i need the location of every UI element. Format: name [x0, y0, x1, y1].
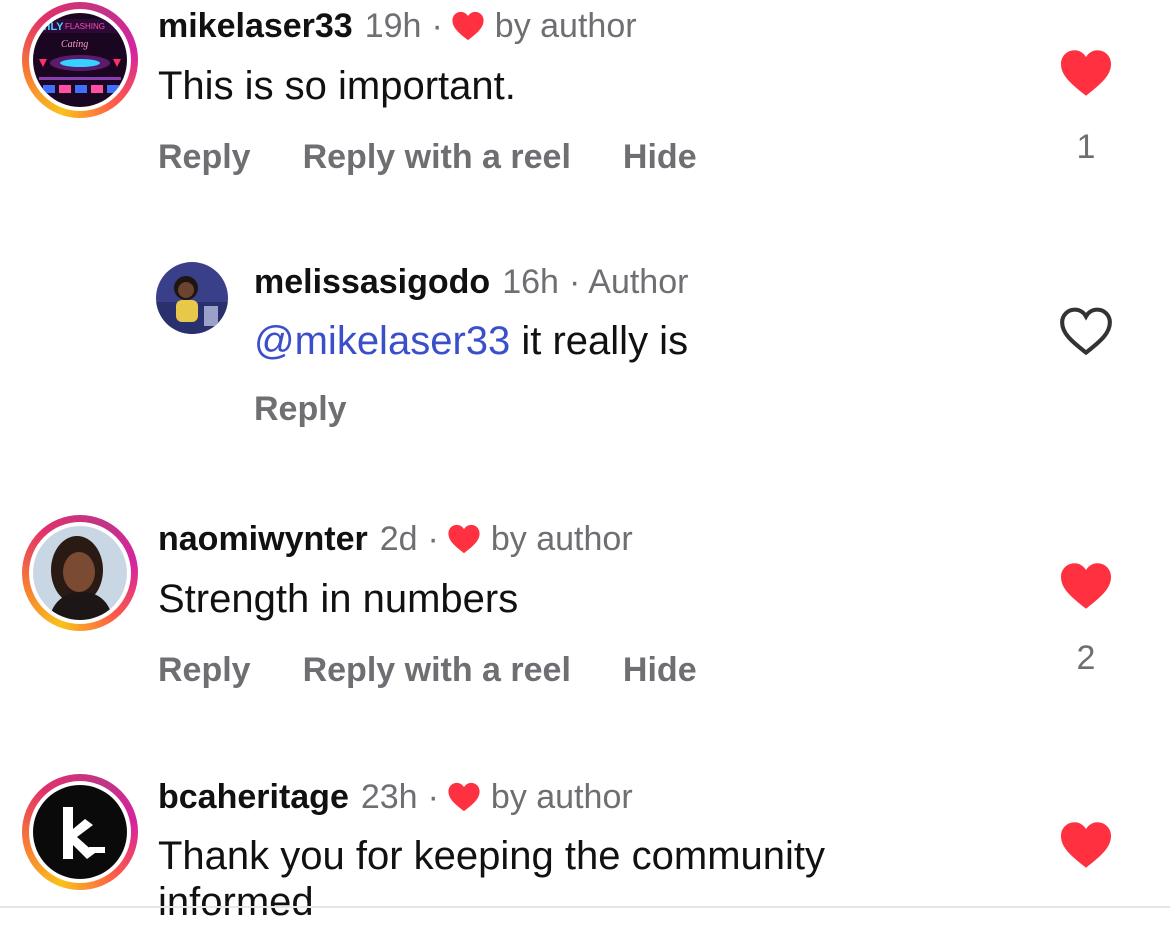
reply-button[interactable]: Reply [158, 650, 251, 690]
event-flyer-avatar-icon: WILY FLASHING Cating [33, 13, 127, 107]
avatar [33, 526, 127, 620]
comment-actions: Reply [254, 389, 347, 429]
avatar-story-ring[interactable] [22, 774, 138, 890]
comment-meta: melissasigodo 16h · Author [254, 262, 688, 302]
comment-text: @mikelaser33 it really is [254, 317, 688, 365]
avatar[interactable] [156, 262, 228, 334]
reply-button[interactable]: Reply [158, 137, 251, 177]
avatar-story-ring[interactable]: WILY FLASHING Cating [22, 2, 138, 118]
liked-by-author-label: by author [490, 520, 633, 558]
username[interactable]: naomiwynter [158, 519, 368, 559]
heart-filled-icon [452, 11, 484, 41]
svg-text:FLASHING: FLASHING [65, 22, 105, 31]
separator: · [568, 263, 581, 301]
hide-button[interactable]: Hide [623, 137, 697, 177]
comment-text-line: Thank you for keeping the community [158, 834, 826, 878]
reply-button[interactable]: Reply [254, 389, 347, 429]
timestamp: 2d [379, 520, 418, 558]
liked-by-author-label: by author [490, 778, 633, 816]
like-heart-filled-icon[interactable] [1058, 561, 1114, 611]
avatar: WILY FLASHING Cating [33, 13, 127, 107]
svg-text:Cating: Cating [61, 39, 88, 50]
reply-with-reel-button[interactable]: Reply with a reel [303, 137, 571, 177]
username[interactable]: mikelaser33 [158, 6, 353, 46]
comment-meta: bcaheritage 23h · by author [158, 777, 633, 817]
comment-text: Strength in numbers [158, 577, 519, 621]
username[interactable]: melissasigodo [254, 262, 490, 302]
timestamp: 19h [364, 7, 422, 45]
bca-logo-avatar-icon [33, 785, 127, 879]
heart-filled-icon [448, 524, 480, 554]
comment-text-body: it really is [510, 319, 689, 363]
comment-actions: Reply Reply with a reel Hide [158, 650, 697, 690]
person-portrait-avatar-icon [156, 262, 228, 334]
bottom-divider [0, 906, 1170, 908]
liked-by-author-label: by author [494, 7, 637, 45]
heart-filled-icon [448, 782, 480, 812]
comment-actions: Reply Reply with a reel Hide [158, 137, 697, 177]
comment-text: This is so important. [158, 64, 516, 108]
reply-with-reel-button[interactable]: Reply with a reel [303, 650, 571, 690]
comment-meta: naomiwynter 2d · by author [158, 519, 633, 559]
timestamp: 16h [502, 263, 559, 301]
separator: · [427, 778, 439, 816]
mention-link[interactable]: @mikelaser33 [254, 319, 510, 363]
author-badge: Author [588, 263, 689, 301]
timestamp: 23h [360, 778, 418, 816]
comment-text-line: informed [158, 880, 314, 924]
like-count: 2 [1076, 639, 1096, 677]
like-heart-outline-icon[interactable] [1058, 306, 1114, 356]
avatar [33, 785, 127, 879]
separator: · [427, 520, 439, 558]
like-heart-filled-icon[interactable] [1058, 820, 1114, 870]
like-count: 1 [1076, 128, 1096, 166]
like-heart-filled-icon[interactable] [1058, 48, 1114, 98]
separator: · [431, 7, 443, 45]
comment-meta: mikelaser33 19h · by author [158, 6, 637, 46]
hide-button[interactable]: Hide [623, 650, 697, 690]
person-portrait-avatar-icon [33, 526, 127, 620]
username[interactable]: bcaheritage [158, 777, 349, 817]
avatar-story-ring[interactable] [22, 515, 138, 631]
